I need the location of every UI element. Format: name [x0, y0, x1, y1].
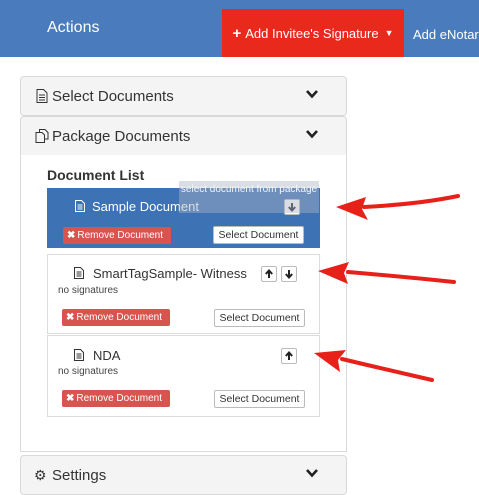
- document-name: SmartTagSample- Witness: [93, 266, 247, 281]
- move-up-button[interactable]: [261, 266, 277, 282]
- settings-label: Settings: [52, 466, 107, 484]
- select-document-button[interactable]: Select Document: [214, 309, 305, 327]
- select-document-button[interactable]: Select Document: [214, 390, 305, 408]
- packages-icon: [35, 129, 49, 143]
- move-down-button[interactable]: [281, 266, 297, 282]
- chevron-down-icon[interactable]: [305, 466, 319, 480]
- settings-header[interactable]: ⚙ Settings: [21, 456, 346, 494]
- select-document-button[interactable]: Select Document: [213, 226, 304, 244]
- caret-down-icon: ▼: [384, 28, 394, 38]
- annotation-arrow: [314, 350, 434, 382]
- remove-document-label: Remove Document: [77, 230, 163, 241]
- add-invitee-signature-button[interactable]: + Add Invitee's Signature ▼: [222, 9, 404, 57]
- select-documents-panel[interactable]: Select Documents: [20, 76, 347, 116]
- document-name: NDA: [93, 348, 121, 363]
- close-icon: ✖: [66, 393, 75, 404]
- document-icon: [36, 89, 48, 103]
- remove-document-label: Remove Document: [76, 393, 162, 404]
- remove-document-button[interactable]: ✖ Remove Document: [62, 309, 170, 326]
- document-icon: [74, 349, 84, 361]
- close-icon: ✖: [66, 312, 75, 323]
- drag-tooltip: select document from package: [179, 181, 319, 213]
- move-up-button[interactable]: [281, 348, 297, 364]
- annotation-arrow: [318, 262, 456, 284]
- document-item-nda[interactable]: NDA no signatures ✖ Remove Document Sele…: [47, 335, 320, 417]
- document-icon: [74, 267, 84, 279]
- arrow-down-icon: [285, 270, 293, 279]
- arrow-up-icon: [285, 351, 293, 360]
- annotation-arrow: [336, 194, 460, 220]
- remove-document-button[interactable]: ✖ Remove Document: [62, 390, 170, 407]
- gear-icon: ⚙: [34, 466, 47, 483]
- close-icon: ✖: [67, 230, 76, 241]
- plus-icon: +: [232, 24, 242, 42]
- arrow-up-icon: [265, 269, 273, 278]
- add-enotary-button[interactable]: Add eNotar: [413, 27, 479, 42]
- package-documents-header[interactable]: Package Documents: [21, 117, 346, 155]
- remove-document-label: Remove Document: [76, 312, 162, 323]
- package-documents-panel[interactable]: Package Documents: [20, 116, 347, 156]
- document-icon: [75, 200, 85, 212]
- chevron-down-icon[interactable]: [305, 127, 319, 141]
- document-item-smarttag[interactable]: SmartTagSample- Witness no signatures ✖ …: [47, 254, 320, 334]
- chevron-down-icon[interactable]: [305, 87, 319, 101]
- add-signature-label: Add Invitee's Signature: [245, 25, 379, 41]
- select-documents-label: Select Documents: [52, 87, 174, 105]
- signature-status: no signatures: [58, 285, 119, 296]
- package-documents-label: Package Documents: [52, 127, 191, 145]
- settings-panel[interactable]: ⚙ Settings: [20, 455, 347, 495]
- document-list-title: Document List: [47, 167, 145, 183]
- remove-document-button[interactable]: ✖ Remove Document: [63, 227, 171, 244]
- signature-status: no signatures: [58, 366, 119, 377]
- actions-title: Actions: [47, 19, 100, 36]
- select-documents-header[interactable]: Select Documents: [21, 77, 346, 115]
